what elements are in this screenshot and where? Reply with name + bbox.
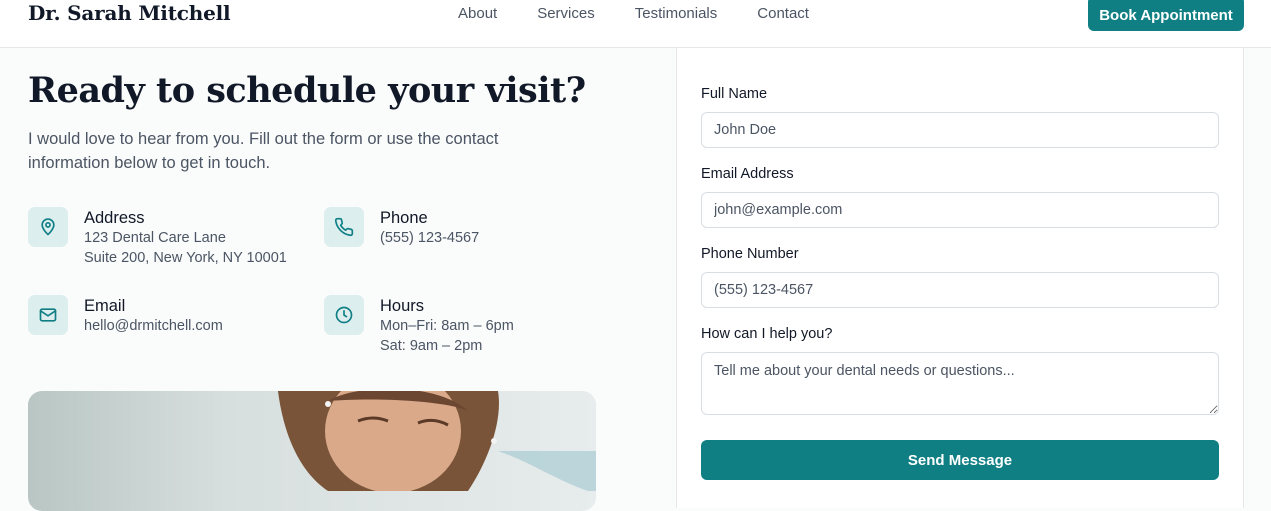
book-appointment-button[interactable]: Book Appointment xyxy=(1088,0,1244,31)
full-name-label: Full Name xyxy=(701,86,768,102)
email-link[interactable]: hello@drmitchell.com xyxy=(84,316,223,336)
info-hours: Hours Mon–Fri: 8am – 6pm Sat: 9am – 2pm xyxy=(324,295,514,356)
email-input[interactable] xyxy=(701,192,1219,228)
map-pin-icon xyxy=(28,207,68,247)
phone-icon xyxy=(324,207,364,247)
nav-link-about[interactable]: About xyxy=(458,5,497,22)
brand-name[interactable]: Dr. Sarah Mitchell xyxy=(28,1,231,25)
dentist-photo xyxy=(28,391,596,511)
nav-link-contact[interactable]: Contact xyxy=(757,5,809,22)
info-email: Email hello@drmitchell.com xyxy=(28,295,223,336)
nav-link-testimonials[interactable]: Testimonials xyxy=(635,5,718,22)
info-phone: Phone (555) 123-4567 xyxy=(324,207,479,248)
info-address: Address 123 Dental Care Lane Suite 200, … xyxy=(28,207,287,268)
email-label: Email Address xyxy=(701,166,794,182)
send-message-button[interactable]: Send Message xyxy=(701,440,1219,480)
message-label: How can I help you? xyxy=(701,326,833,342)
full-name-input[interactable] xyxy=(701,112,1219,148)
nav-links: About Services Testimonials Contact xyxy=(458,5,849,22)
phone-input[interactable] xyxy=(701,272,1219,308)
phone-label: Phone Number xyxy=(701,246,799,262)
message-textarea[interactable] xyxy=(701,352,1219,415)
info-line: Mon–Fri: 8am – 6pm xyxy=(380,318,514,334)
mail-icon xyxy=(28,295,68,335)
clock-icon xyxy=(324,295,364,335)
section-lead: I would love to hear from you. Fill out … xyxy=(28,130,499,172)
info-line: Suite 200, New York, NY 10001 xyxy=(84,250,287,266)
info-title: Address xyxy=(84,209,145,227)
info-title: Email xyxy=(84,297,126,315)
phone-link[interactable]: (555) 123-4567 xyxy=(380,228,479,248)
info-line: Sat: 9am – 2pm xyxy=(380,338,483,354)
info-line: 123 Dental Care Lane xyxy=(84,230,226,246)
info-title: Hours xyxy=(380,297,425,315)
info-title: Phone xyxy=(380,209,428,227)
top-navbar: Dr. Sarah Mitchell About Services Testim… xyxy=(0,0,1271,48)
section-heading: Ready to schedule your visit? xyxy=(28,70,586,111)
nav-link-services[interactable]: Services xyxy=(537,5,595,22)
dentist-photo-illustration xyxy=(278,391,596,493)
